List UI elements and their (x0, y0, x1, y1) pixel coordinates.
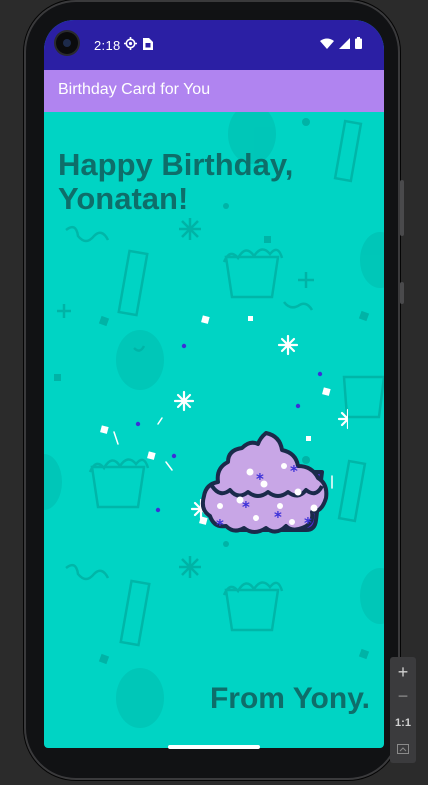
status-bar: 2:18 (44, 20, 384, 70)
svg-text:*: * (242, 498, 250, 516)
cupcake-illustration: * * * * * * (100, 315, 348, 534)
svg-text:*: * (274, 508, 282, 526)
battery-icon (355, 37, 362, 49)
status-time: 2:18 (94, 38, 121, 53)
actual-size-button[interactable]: 1:1 (390, 712, 416, 734)
app-title: Birthday Card for You (58, 81, 211, 98)
sim-card-icon (143, 38, 153, 50)
home-gesture-bar[interactable] (168, 745, 260, 749)
power-button (400, 180, 404, 236)
app-bar: Birthday Card for You (44, 70, 384, 112)
wifi-icon (320, 38, 334, 49)
fit-screen-button[interactable] (390, 737, 416, 759)
svg-text:*: * (256, 470, 264, 488)
svg-text:*: * (304, 514, 312, 532)
greeting-text: Happy Birthday, Yonatan! (58, 147, 294, 216)
settings-icon (124, 37, 137, 50)
volume-button (400, 282, 404, 304)
zoom-in-button[interactable]: + (390, 661, 416, 683)
front-camera (56, 32, 78, 54)
svg-text:*: * (216, 516, 224, 534)
zoom-out-button[interactable]: − (390, 685, 416, 707)
signal-icon (339, 37, 350, 49)
emulator-zoom-panel: + − 1:1 (390, 657, 416, 763)
birthday-card: Happy Birthday, Yonatan! * * * * * * Fro… (44, 112, 384, 748)
fit-screen-icon (397, 744, 409, 754)
device-screen: 2:18 Birthday Card for You Happy Birthda… (44, 20, 384, 748)
signature-text: From Yony. (209, 682, 370, 715)
svg-text:*: * (290, 462, 298, 480)
